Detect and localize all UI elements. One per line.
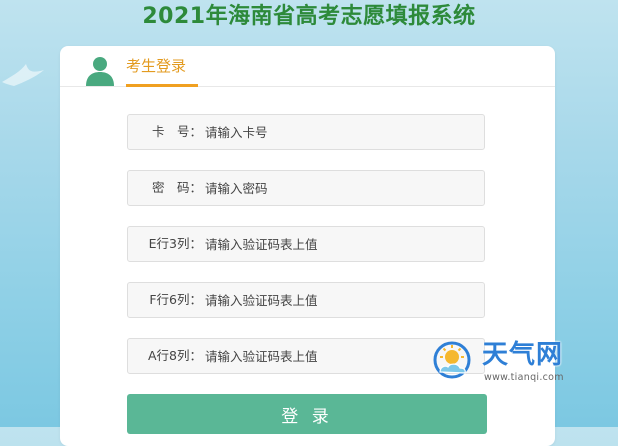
card-number-input[interactable] bbox=[205, 115, 475, 149]
password-field: 密 码： bbox=[127, 170, 485, 206]
verify-code-f6-field: F行6列： bbox=[127, 282, 485, 318]
password-input[interactable] bbox=[205, 171, 475, 205]
verify-code-a8-label: A行8列： bbox=[147, 348, 202, 363]
tab-student-login[interactable]: 考生登录 bbox=[126, 56, 198, 87]
watermark-brand: 天气网 bbox=[482, 340, 564, 370]
verify-code-f6-input[interactable] bbox=[205, 283, 475, 317]
watermark-url: www.tianqi.com bbox=[484, 372, 564, 383]
card-number-label: 卡 号： bbox=[151, 124, 202, 139]
verify-code-e3-input[interactable] bbox=[205, 227, 475, 261]
watermark-logo: 天气网 www.tianqi.com bbox=[430, 340, 618, 390]
verify-code-e3-label: E行3列： bbox=[148, 236, 202, 251]
page-title: 2021年海南省高考志愿填报系统 bbox=[142, 4, 476, 29]
password-label: 密 码： bbox=[151, 180, 202, 195]
user-avatar-icon bbox=[86, 57, 114, 86]
sun-cloud-logo-icon bbox=[433, 341, 471, 379]
verify-code-e3-field: E行3列： bbox=[127, 226, 485, 262]
verify-code-f6-label: F行6列： bbox=[149, 292, 202, 307]
login-button[interactable]: 登 录 bbox=[127, 394, 487, 434]
card-number-field: 卡 号： bbox=[127, 114, 485, 150]
bird-decoration-icon bbox=[2, 64, 44, 86]
panel-header: 考生登录 bbox=[60, 46, 555, 87]
